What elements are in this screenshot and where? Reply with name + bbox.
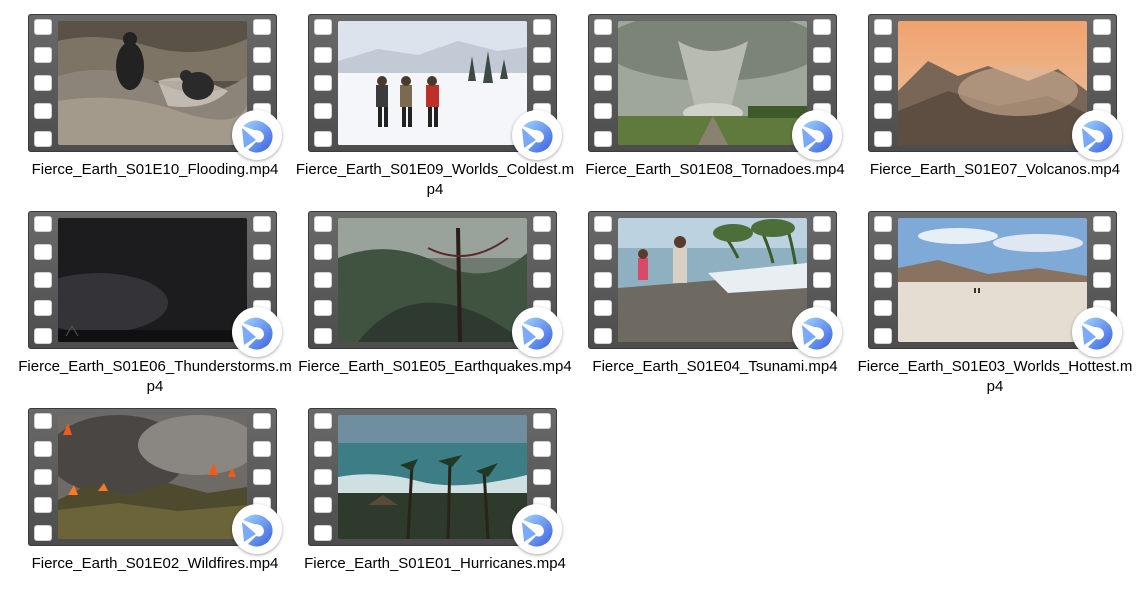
video-thumbnail[interactable] [868, 14, 1122, 160]
video-frame [338, 21, 527, 145]
video-player-icon [1072, 307, 1122, 357]
video-player-icon [232, 307, 282, 357]
file-name[interactable]: Fierce_Earth_S01E01_Hurricanes.mp4 [295, 554, 575, 574]
video-thumbnail[interactable] [308, 14, 562, 160]
video-thumbnail[interactable] [588, 14, 842, 160]
file-item[interactable]: Fierce_Earth_S01E04_Tsunami.mp4 [575, 211, 855, 406]
file-item[interactable]: Fierce_Earth_S01E08_Tornadoes.mp4 [575, 14, 855, 209]
file-name[interactable]: Fierce_Earth_S01E07_Volcanos.mp4 [855, 160, 1135, 180]
file-name[interactable]: Fierce_Earth_S01E10_Flooding.mp4 [15, 160, 295, 180]
video-player-icon [792, 110, 842, 160]
file-item[interactable]: Fierce_Earth_S01E07_Volcanos.mp4 [855, 14, 1135, 209]
video-player-icon [512, 110, 562, 160]
coldest-scene [338, 21, 527, 145]
file-name[interactable]: Fierce_Earth_S01E06_Thunderstorms.mp4 [15, 357, 295, 397]
file-item[interactable]: Fierce_Earth_S01E01_Hurricanes.mp4 [295, 408, 575, 603]
wildfire-scene [58, 415, 247, 539]
file-name[interactable]: Fierce_Earth_S01E05_Earthquakes.mp4 [295, 357, 575, 377]
video-player-icon [1072, 110, 1122, 160]
hurricane-scene [338, 415, 527, 539]
video-thumbnail[interactable] [868, 211, 1122, 357]
file-name[interactable]: Fierce_Earth_S01E04_Tsunami.mp4 [575, 357, 855, 377]
file-item[interactable]: Fierce_Earth_S01E02_Wildfires.mp4 [15, 408, 295, 603]
file-item[interactable]: Fierce_Earth_S01E03_Worlds_Hottest.mp4 [855, 211, 1135, 406]
video-player-icon [232, 110, 282, 160]
video-player-icon [512, 504, 562, 554]
file-name[interactable]: Fierce_Earth_S01E08_Tornadoes.mp4 [575, 160, 855, 180]
flooding-scene [58, 21, 247, 145]
tsunami-scene [618, 218, 807, 342]
video-frame [338, 415, 527, 539]
video-frame [58, 21, 247, 145]
file-name[interactable]: Fierce_Earth_S01E02_Wildfires.mp4 [15, 554, 295, 574]
hottest-scene [898, 218, 1087, 342]
video-thumbnail[interactable] [28, 211, 282, 357]
file-item[interactable]: Fierce_Earth_S01E10_Flooding.mp4 [15, 14, 295, 209]
video-thumbnail[interactable] [308, 408, 562, 554]
video-frame [58, 415, 247, 539]
file-name[interactable]: Fierce_Earth_S01E03_Worlds_Hottest.mp4 [855, 357, 1135, 397]
video-frame [898, 218, 1087, 342]
earthquake-scene [338, 218, 527, 342]
video-frame [898, 21, 1087, 145]
video-thumbnail[interactable] [308, 211, 562, 357]
video-player-icon [792, 307, 842, 357]
thunderstorm-scene [58, 218, 247, 342]
video-frame [618, 21, 807, 145]
file-name[interactable]: Fierce_Earth_S01E09_Worlds_Coldest.mp4 [295, 160, 575, 200]
video-thumbnail[interactable] [28, 408, 282, 554]
file-item[interactable]: Fierce_Earth_S01E05_Earthquakes.mp4 [295, 211, 575, 406]
tornado-scene [618, 21, 807, 145]
file-grid: Fierce_Earth_S01E10_Flooding.mp4 Fierce_… [0, 0, 1138, 605]
video-player-icon [232, 504, 282, 554]
video-frame [58, 218, 247, 342]
video-player-icon [512, 307, 562, 357]
video-frame [618, 218, 807, 342]
volcano-scene [898, 21, 1087, 145]
file-item[interactable]: Fierce_Earth_S01E06_Thunderstorms.mp4 [15, 211, 295, 406]
video-thumbnail[interactable] [588, 211, 842, 357]
file-item[interactable]: Fierce_Earth_S01E09_Worlds_Coldest.mp4 [295, 14, 575, 209]
video-thumbnail[interactable] [28, 14, 282, 160]
video-frame [338, 218, 527, 342]
